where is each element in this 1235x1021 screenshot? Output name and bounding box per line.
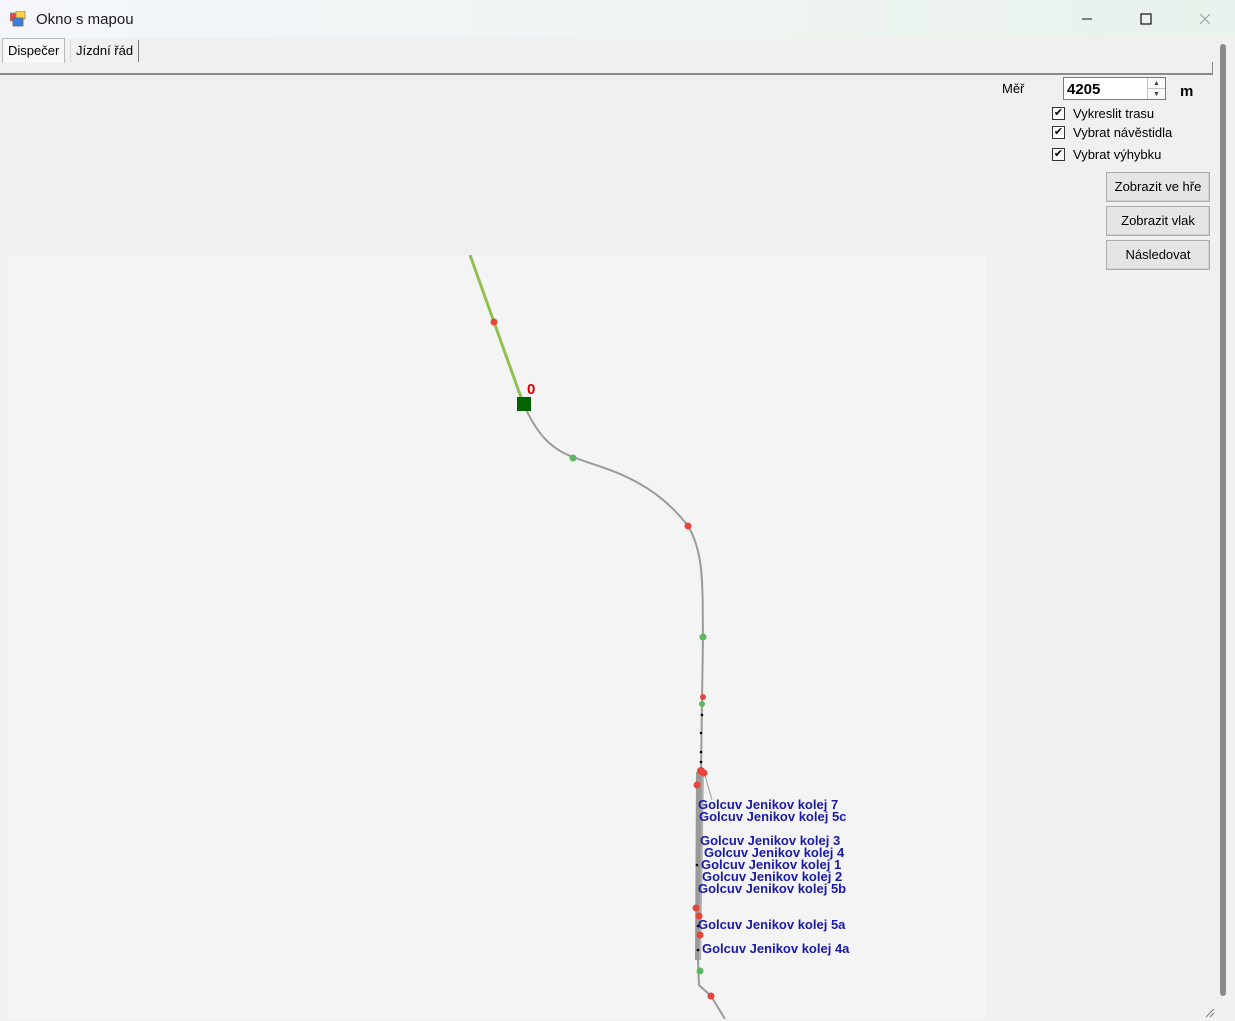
map-svg[interactable]: 0 Golcuv Jenikov kolej 7 Golcuv Jenikov … (7, 255, 987, 1019)
checkbox-checked-icon[interactable]: ✔ (1052, 147, 1065, 161)
switch-point[interactable] (699, 750, 703, 754)
close-button[interactable] (1176, 0, 1234, 38)
tab-dispecer[interactable]: Dispečer (2, 38, 66, 63)
switch-point[interactable] (695, 863, 699, 867)
minimize-button[interactable] (1058, 0, 1116, 38)
checkbox-vybrat-vyhybku[interactable]: ✔ Vybrat výhybku (1052, 146, 1161, 162)
minimize-icon (1082, 18, 1092, 20)
station-label[interactable]: Golcuv Jenikov kolej 5a (698, 917, 846, 932)
checkbox-vykreslit-trasu[interactable]: ✔ Vykreslit trasu (1052, 105, 1154, 121)
train-marker[interactable] (517, 397, 531, 411)
switch-point[interactable] (700, 713, 704, 717)
checkbox-checked-icon[interactable]: ✔ (1052, 106, 1065, 120)
checkbox-vybrat-navestidla[interactable]: ✔ Vybrat návěstidla (1052, 124, 1172, 140)
app-window-icon (9, 10, 26, 27)
tab-panel-border (0, 62, 1213, 75)
station-label[interactable]: Golcuv Jenikov kolej 5c (699, 809, 846, 824)
scale-down-button[interactable]: ▼ (1147, 89, 1165, 99)
nasledovat-button[interactable]: Následovat (1106, 240, 1210, 270)
zobrazit-vlak-button[interactable]: Zobrazit vlak (1106, 206, 1210, 236)
checkbox-label: Vybrat návěstidla (1073, 124, 1173, 140)
station-label[interactable]: Golcuv Jenikov kolej 5b (698, 881, 846, 896)
title-bar: Okno s mapou (0, 0, 1235, 38)
signal-green[interactable] (699, 701, 705, 707)
route-line (468, 255, 525, 404)
switch-point[interactable] (699, 731, 703, 735)
scale-stepper[interactable]: 4205 ▲ ▼ (1063, 77, 1166, 100)
resize-grip-icon[interactable] (1203, 1006, 1215, 1018)
maximize-button[interactable] (1117, 0, 1175, 38)
signal-red[interactable] (692, 904, 700, 912)
signal-red[interactable] (707, 992, 715, 1000)
zobrazit-ve-hre-button[interactable]: Zobrazit ve hře (1106, 172, 1210, 202)
scale-unit: m (1180, 83, 1194, 100)
signal-red[interactable] (700, 769, 708, 777)
tab-jizdni-rad[interactable]: Jízdní řád (70, 40, 140, 62)
signal-red[interactable] (490, 318, 498, 326)
maximize-icon (1140, 13, 1152, 25)
checkbox-label: Vykreslit trasu (1073, 105, 1155, 121)
station-label[interactable]: Golcuv Jenikov kolej 4a (702, 941, 850, 956)
signal-green[interactable] (569, 454, 577, 462)
scale-value[interactable]: 4205 (1067, 81, 1100, 98)
scale-label: Měř (1002, 81, 1025, 96)
window-title: Okno s mapou (36, 11, 134, 28)
vertical-scrollbar[interactable] (1220, 44, 1226, 996)
signal-red[interactable] (696, 931, 704, 939)
train-number: 0 (527, 381, 535, 398)
scale-up-button[interactable]: ▲ (1147, 78, 1165, 89)
signal-red[interactable] (693, 781, 701, 789)
switch-point[interactable] (699, 760, 703, 764)
signal-green[interactable] (699, 633, 707, 641)
checkbox-checked-icon[interactable]: ✔ (1052, 125, 1065, 139)
track-line (522, 402, 705, 791)
close-icon (1199, 13, 1211, 25)
signal-red[interactable] (700, 694, 706, 700)
signal-green[interactable] (696, 967, 704, 975)
signal-red[interactable] (684, 522, 692, 530)
switch-point[interactable] (696, 948, 700, 952)
checkbox-label: Vybrat výhybku (1073, 146, 1162, 162)
map-canvas[interactable]: 0 Golcuv Jenikov kolej 7 Golcuv Jenikov … (7, 255, 987, 1019)
